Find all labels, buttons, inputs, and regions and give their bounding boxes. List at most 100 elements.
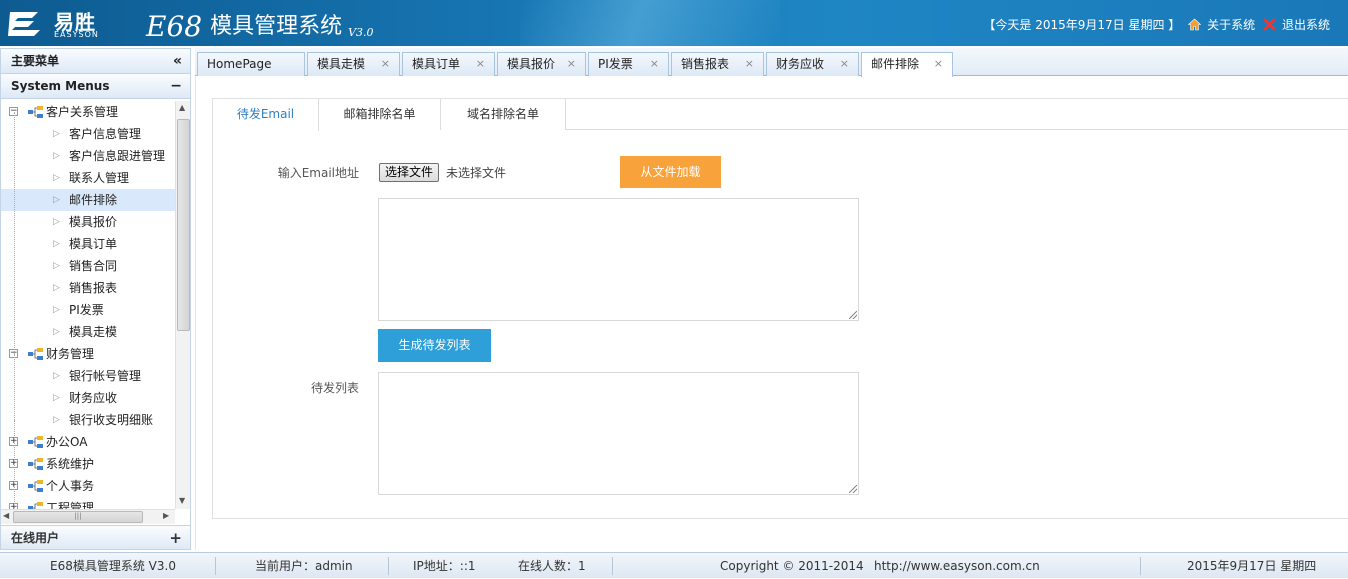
collapse-icon[interactable]: − xyxy=(170,74,182,99)
tree-group[interactable]: + 工程管理 xyxy=(1,497,175,509)
tab-close-icon[interactable]: × xyxy=(745,53,754,75)
tree-item[interactable]: ▷ 销售合同 xyxy=(1,255,175,277)
email-address-label: 输入Email地址 xyxy=(277,166,359,180)
scroll-up-icon[interactable]: ▲ xyxy=(179,103,185,112)
tree-item-label: 联系人管理 xyxy=(69,171,130,185)
app-version: V3.0 xyxy=(348,26,374,39)
tree-arrow-icon: ▷ xyxy=(53,305,60,315)
tree-arrow-icon: ▷ xyxy=(53,173,60,183)
tree-arrow-icon: ▷ xyxy=(53,239,60,249)
tree-arrow-icon: ▷ xyxy=(53,415,60,425)
email-textarea[interactable] xyxy=(378,198,859,321)
tree-group[interactable]: − 财务管理 xyxy=(1,343,175,365)
tab-2[interactable]: 模具订单 × xyxy=(402,52,495,76)
sub-tabs: 待发Email 邮箱排除名单 域名排除名单 xyxy=(213,99,1348,131)
easyson-logo-icon xyxy=(8,12,40,36)
scroll-right-icon[interactable]: ▶ xyxy=(163,511,169,520)
tree-item[interactable]: ▷ 联系人管理 xyxy=(1,167,175,189)
pending-list-label: 待发列表 xyxy=(310,381,359,395)
tree-arrow-icon: ▷ xyxy=(53,129,60,139)
tab-0[interactable]: HomePage xyxy=(197,52,305,76)
scroll-down-icon[interactable]: ▼ xyxy=(179,496,185,505)
scroll-left-icon[interactable]: ◀ xyxy=(3,511,9,520)
tab-close-icon[interactable]: × xyxy=(476,53,485,75)
org-chart-icon xyxy=(28,106,43,118)
tree-vertical-scrollbar[interactable]: ▲ ▼ xyxy=(175,101,190,509)
tree-item[interactable]: ▷ PI发票 xyxy=(1,299,175,321)
org-chart-icon xyxy=(28,436,43,448)
tree-item[interactable]: ▷ 模具走模 xyxy=(1,321,175,343)
subtab-domain-exclusion[interactable]: 域名排除名单 xyxy=(441,99,566,130)
pending-list-textarea[interactable] xyxy=(378,372,859,495)
tab-5[interactable]: 销售报表 × xyxy=(671,52,764,76)
tab-7[interactable]: 邮件排除 × xyxy=(861,52,953,77)
tab-close-icon[interactable]: × xyxy=(934,53,943,75)
hscroll-thumb[interactable]: ||| xyxy=(13,511,143,523)
tree-item[interactable]: ▷ 模具报价 xyxy=(1,211,175,233)
tree-horizontal-scrollbar[interactable]: ◀ ||| ▶ xyxy=(1,509,175,524)
tab-close-icon[interactable]: × xyxy=(840,53,849,75)
tab-4[interactable]: PI发票 × xyxy=(588,52,669,76)
tree-item-label: 销售报表 xyxy=(69,281,118,295)
tree-arrow-icon: ▷ xyxy=(53,283,60,293)
subtab-mailbox-exclusion[interactable]: 邮箱排除名单 xyxy=(319,99,441,130)
logo-text-en: EASYSON xyxy=(54,30,99,39)
tab-1[interactable]: 模具走模 × xyxy=(307,52,400,76)
about-label: 关于系统 xyxy=(1207,18,1256,32)
org-chart-icon xyxy=(28,502,43,509)
tab-6[interactable]: 财务应收 × xyxy=(766,52,859,76)
about-link[interactable]: 关于系统 xyxy=(1188,18,1255,32)
tree-group[interactable]: − 客户关系管理 xyxy=(1,101,175,123)
footer-ip: IP地址：::1 xyxy=(413,559,476,573)
load-from-file-button[interactable]: 从文件加载 xyxy=(620,156,721,188)
tree-group-label: 系统维护 xyxy=(46,457,95,471)
choose-file-button[interactable]: 选择文件 xyxy=(379,163,440,182)
logout-link[interactable]: 退出系统 xyxy=(1263,18,1330,32)
footer-user: 当前用户：admin xyxy=(255,559,353,573)
header-right: 【今天是 2015年9月17日 星期四 】 关于系统 退出系统 xyxy=(979,16,1330,33)
menu-tree: − 客户关系管理 ▷ 客户信息管理 ▷ 客户信息跟进管理 ▷ 联系人管理 ▷ 邮件排除 ▷ 模具报价 ▷… xyxy=(1,101,175,509)
tab-close-icon[interactable]: × xyxy=(381,53,390,75)
scroll-thumb[interactable] xyxy=(177,119,190,331)
footer-website[interactable]: http://www.easyson.com.cn xyxy=(874,553,1040,579)
sidebar-header: 主要菜单 « xyxy=(1,49,190,74)
tree-group[interactable]: + 个人事务 xyxy=(1,475,175,497)
generate-list-button[interactable]: 生成待发列表 xyxy=(378,329,491,362)
tree-item-label: 银行收支明细账 xyxy=(69,413,154,427)
footer-online: 在线人数：1 xyxy=(518,559,586,573)
expand-icon[interactable]: + xyxy=(169,526,182,549)
tab-3[interactable]: 模具报价 × xyxy=(497,52,586,76)
tab-close-icon[interactable]: × xyxy=(567,53,576,75)
tree-item[interactable]: ▷ 模具订单 xyxy=(1,233,175,255)
tree-arrow-icon: ▷ xyxy=(53,327,60,337)
online-users-header[interactable]: 在线用户 + xyxy=(1,525,190,549)
tree-arrow-icon: ▷ xyxy=(53,393,60,403)
tree-group[interactable]: + 办公OA xyxy=(1,431,175,453)
tree-item-label: 销售合同 xyxy=(69,259,118,273)
tree-item-label: 财务应收 xyxy=(69,391,118,405)
subtab-pending-email[interactable]: 待发Email xyxy=(213,99,319,131)
tree-group[interactable]: + 系统维护 xyxy=(1,453,175,475)
tree-group-label: 客户关系管理 xyxy=(46,105,119,119)
today-date: 【今天是 2015年9月17日 星期四 】 xyxy=(983,18,1181,32)
tree-item[interactable]: ▷ 客户信息管理 xyxy=(1,123,175,145)
tab-label: 邮件排除 xyxy=(871,57,920,71)
double-chevron-left-icon[interactable]: « xyxy=(173,49,182,74)
footer-system: E68模具管理系统 V3.0 xyxy=(50,559,176,573)
tree-group-label: 财务管理 xyxy=(46,347,95,361)
close-x-icon xyxy=(1263,18,1276,31)
resize-grip-icon[interactable] xyxy=(849,311,857,319)
tree-item[interactable]: ▷ 销售报表 xyxy=(1,277,175,299)
footer-copyright: Copyright © 2011-2014 xyxy=(720,559,864,573)
org-chart-icon xyxy=(28,348,43,360)
resize-grip-icon[interactable] xyxy=(849,485,857,493)
home-icon xyxy=(1188,18,1202,31)
tree-item[interactable]: ▷ 客户信息跟进管理 xyxy=(1,145,175,167)
tree-item[interactable]: ▷ 银行收支明细账 xyxy=(1,409,175,431)
tree-item[interactable]: ▷ 银行帐号管理 xyxy=(1,365,175,387)
tree-arrow-icon: ▷ xyxy=(53,217,60,227)
tab-label: PI发票 xyxy=(598,57,633,71)
tree-item[interactable]: ▷ 财务应收 xyxy=(1,387,175,409)
tree-item[interactable]: ▷ 邮件排除 xyxy=(1,189,175,211)
tab-close-icon[interactable]: × xyxy=(650,53,659,75)
